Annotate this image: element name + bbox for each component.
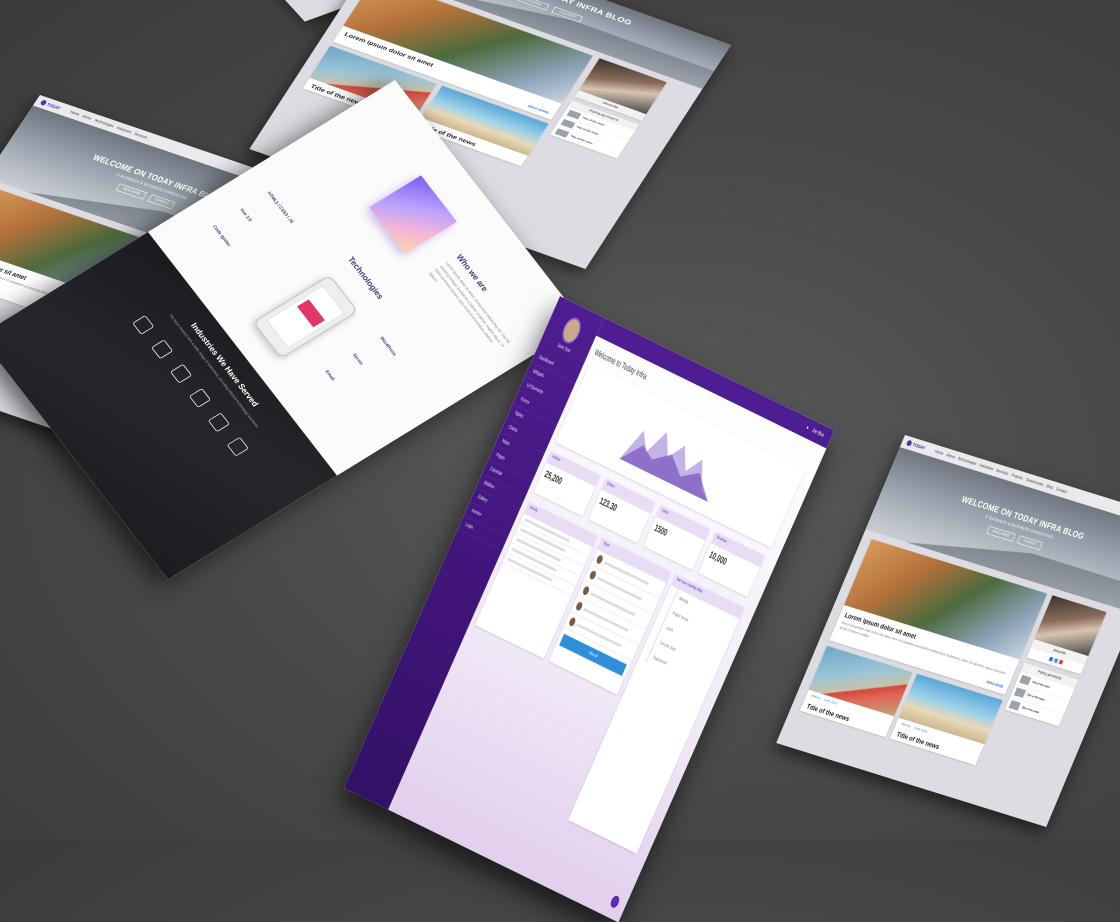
stat-card: Orders 123.30 bbox=[588, 478, 656, 544]
hero-contact-button[interactable]: CONTACT bbox=[147, 194, 176, 210]
stat-card: Revenue 10,000 bbox=[698, 531, 766, 597]
nav-item[interactable]: Contact bbox=[1055, 487, 1067, 494]
popular-posts: POPULAR POSTS Title of the news Title of… bbox=[1004, 662, 1079, 727]
nav-item[interactable]: Industries bbox=[116, 126, 133, 134]
tech-item: Email bbox=[324, 369, 336, 382]
hero-illustration bbox=[369, 175, 457, 254]
hero-read-more-button[interactable]: READ MORE bbox=[986, 525, 1016, 542]
bell-icon[interactable]: ● bbox=[805, 425, 809, 431]
nav-item[interactable]: Services bbox=[995, 468, 1009, 476]
industry-icon bbox=[151, 339, 174, 360]
facebook-icon[interactable] bbox=[1048, 656, 1054, 662]
nav-item[interactable]: Services bbox=[133, 132, 148, 140]
nav-item[interactable]: Home bbox=[69, 110, 80, 116]
industry-icon bbox=[207, 412, 230, 433]
hero-read-more-button[interactable]: READ MORE bbox=[513, 0, 550, 11]
nav-item[interactable]: Home bbox=[934, 449, 944, 455]
tech-item: HTML5 / CSS3 / JS bbox=[266, 191, 294, 225]
tech-item: Server bbox=[351, 353, 364, 367]
mockup-scene: Title of the news Title of the news POPU… bbox=[0, 0, 1120, 922]
nav-item[interactable]: Projects bbox=[1011, 473, 1024, 480]
tech-item: Vue 2.5 bbox=[238, 208, 253, 223]
stat-card: Visitors 25,200 bbox=[533, 451, 601, 517]
industry-icon bbox=[188, 388, 211, 408]
hero-contact-button[interactable]: CONTACT bbox=[1016, 535, 1043, 551]
stat-card: Users 1500 bbox=[643, 504, 711, 570]
nav-item[interactable]: About bbox=[946, 453, 956, 459]
user-avatar[interactable] bbox=[558, 314, 585, 347]
twitter-icon[interactable] bbox=[1053, 658, 1059, 664]
nav-item[interactable]: Blog bbox=[1046, 484, 1054, 490]
tech-item: WordPress bbox=[378, 336, 397, 357]
industry-icon bbox=[132, 315, 155, 335]
industry-icon bbox=[170, 363, 193, 384]
blog-page-bottom-right: TODAY Home About Technologies Industries… bbox=[776, 435, 1120, 827]
topbar-user[interactable]: Joe Blue bbox=[811, 428, 825, 439]
nav-item[interactable]: Testimonials bbox=[1025, 478, 1044, 487]
google-icon[interactable] bbox=[1058, 659, 1064, 665]
industry-icon bbox=[226, 436, 249, 457]
phone-mockup bbox=[252, 274, 359, 360]
nav-item[interactable]: About bbox=[81, 114, 92, 120]
tech-item: Code Igniter bbox=[211, 224, 232, 248]
nav-item[interactable]: Industries bbox=[979, 463, 994, 471]
nav-item[interactable]: Technologies bbox=[957, 456, 977, 466]
